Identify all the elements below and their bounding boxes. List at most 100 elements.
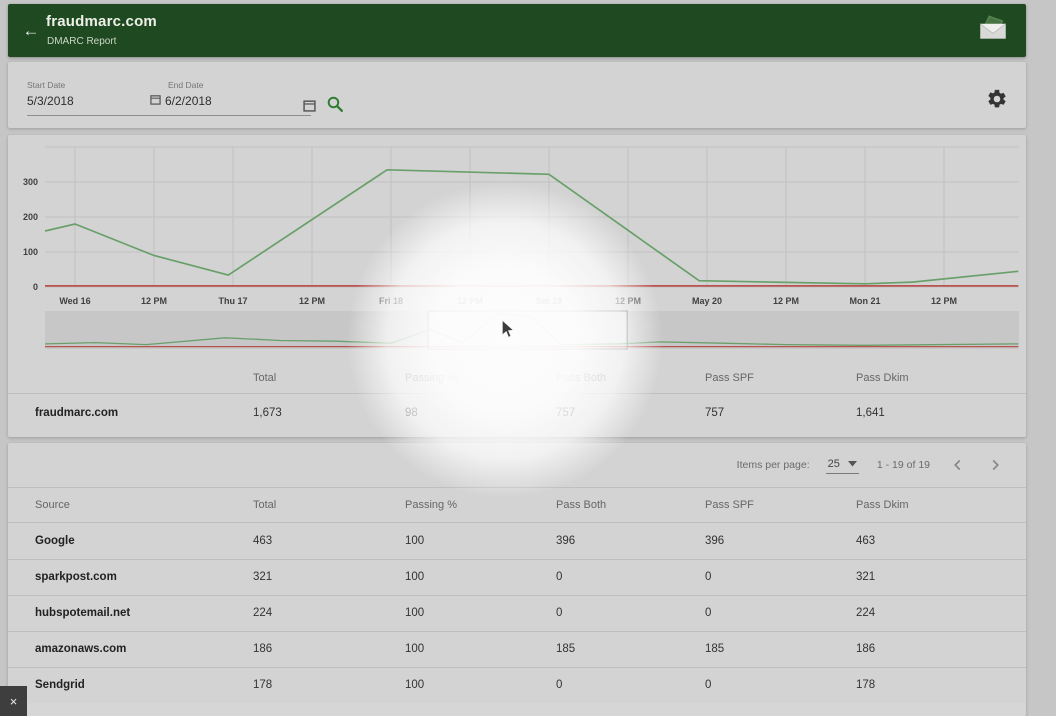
summary-row: fraudmarc.com 1,673 98 757 757 1,641 [8, 393, 1026, 433]
svg-text:0: 0 [33, 282, 38, 292]
source-pass-spf: 0 [705, 679, 711, 691]
items-per-page-label: Items per page: [737, 459, 810, 471]
source-total: 321 [253, 571, 272, 583]
table-row-hubspot[interactable]: hubspotemail.net 224 100 0 0 224 [8, 595, 1026, 631]
report-chart-card: Wed 16 12 PM Thu 17 12 PM Fri 18 12 PM Sat 19 1… [8, 135, 1026, 437]
search-button[interactable] [326, 95, 344, 113]
column-header-pass-both: Pass Both [556, 372, 606, 384]
summary-domain: fraudmarc.com [35, 407, 118, 419]
end-date-input[interactable]: 6/2/2018 [165, 94, 212, 108]
column-header-pass-spf: Pass SPF [705, 372, 754, 384]
next-page-button[interactable] [984, 454, 1006, 476]
summary-total: 1,673 [253, 407, 282, 419]
summary-header-row: Total Passing % Pass Both Pass SPF Pass … [8, 363, 1026, 393]
svg-text:12 PM: 12 PM [773, 296, 799, 306]
gear-icon [986, 97, 1008, 114]
dmarc-report-screen: ← fraudmarc.com DMARC Report Start Date … [0, 0, 1056, 716]
table-row-sparkpost[interactable]: sparkpost.com 321 100 0 0 321 [8, 559, 1026, 595]
app-header: ← fraudmarc.com DMARC Report [8, 4, 1026, 57]
svg-text:Fri 18: Fri 18 [379, 296, 403, 306]
table-row-amazonaws[interactable]: amazonaws.com 186 100 185 185 186 [8, 631, 1026, 667]
start-date-input[interactable]: 5/3/2018 [27, 94, 74, 108]
svg-text:12 PM: 12 PM [457, 296, 483, 306]
source-name: amazonaws.com [35, 643, 126, 655]
source-passing: 100 [405, 535, 424, 547]
source-total: 224 [253, 607, 272, 619]
traffic-line-chart: Wed 16 12 PM Thu 17 12 PM Fri 18 12 PM Sat 19 1… [8, 140, 1026, 310]
source-pass-dkim: 224 [856, 607, 875, 619]
chevron-right-icon [991, 459, 1000, 471]
svg-text:Wed 16: Wed 16 [59, 296, 90, 306]
prev-page-button[interactable] [946, 454, 968, 476]
source-pass-spf: 185 [705, 643, 724, 655]
svg-text:300: 300 [23, 177, 38, 187]
back-button[interactable]: ← [18, 18, 44, 44]
source-passing: 100 [405, 679, 424, 691]
source-pass-spf: 396 [705, 535, 724, 547]
chevron-left-icon [953, 459, 962, 471]
end-date-field: End Date 6/2/2018 [150, 80, 212, 108]
table-row-google[interactable]: Google 463 100 396 396 463 [8, 523, 1026, 559]
source-passing: 100 [405, 643, 424, 655]
summary-pass-both: 757 [556, 407, 575, 419]
source-pass-both: 396 [556, 535, 575, 547]
column-header-pass-dkim: Pass Dkim [856, 372, 909, 384]
source-pass-dkim: 463 [856, 535, 875, 547]
column-header-passing: Passing % [405, 499, 457, 511]
source-pass-both: 0 [556, 607, 562, 619]
column-header-pass-dkim: Pass Dkim [856, 499, 909, 511]
mouse-cursor-icon [501, 319, 516, 340]
page-subtitle: DMARC Report [47, 36, 116, 47]
svg-text:Thu 17: Thu 17 [218, 296, 247, 306]
start-date-label: Start Date [27, 80, 74, 90]
table-row-sendgrid[interactable]: Sendgrid 178 100 0 0 178 [8, 667, 1026, 703]
source-table-header: Source Total Passing % Pass Both Pass SP… [8, 487, 1026, 522]
calendar-icon [150, 94, 161, 108]
date-fields-underline [27, 115, 311, 116]
column-header-source: Source [35, 499, 70, 511]
column-header-passing: Passing % [405, 372, 457, 384]
svg-text:Sat 19: Sat 19 [536, 296, 563, 306]
source-passing: 100 [405, 607, 424, 619]
source-total: 178 [253, 679, 272, 691]
source-pass-dkim: 321 [856, 571, 875, 583]
column-header-total: Total [253, 372, 276, 384]
source-pass-both: 185 [556, 643, 575, 655]
back-arrow-icon: ← [23, 21, 40, 40]
source-name: sparkpost.com [35, 571, 117, 583]
source-pass-spf: 0 [705, 571, 711, 583]
table-row-partial [8, 703, 1026, 716]
source-name: Sendgrid [35, 679, 85, 691]
envelope-logo-icon [976, 12, 1010, 47]
settings-button[interactable] [986, 88, 1008, 110]
search-icon [326, 100, 344, 117]
items-per-page-value: 25 [828, 458, 840, 470]
source-total: 186 [253, 643, 272, 655]
page-range-label: 1 - 19 of 19 [877, 459, 930, 471]
gif-close-button[interactable]: × [0, 686, 27, 716]
svg-text:12 PM: 12 PM [615, 296, 641, 306]
source-pass-spf: 0 [705, 607, 711, 619]
svg-text:Mon 21: Mon 21 [849, 296, 880, 306]
source-pass-both: 0 [556, 571, 562, 583]
chart-brush[interactable] [8, 310, 1026, 352]
column-header-pass-spf: Pass SPF [705, 499, 754, 511]
column-header-total: Total [253, 499, 276, 511]
column-header-pass-both: Pass Both [556, 499, 606, 511]
calendar-picker-button[interactable] [303, 99, 317, 113]
source-name: hubspotemail.net [35, 607, 130, 619]
summary-passing: 98 [405, 407, 418, 419]
source-passing: 100 [405, 571, 424, 583]
sources-card: Items per page: 25 1 - 19 of 19 Source T… [8, 443, 1026, 716]
page-title: fraudmarc.com [46, 13, 157, 30]
svg-text:12 PM: 12 PM [931, 296, 957, 306]
svg-text:200: 200 [23, 212, 38, 222]
svg-text:May 20: May 20 [692, 296, 722, 306]
svg-text:100: 100 [23, 247, 38, 257]
end-date-label: End Date [168, 80, 212, 90]
items-per-page-select[interactable]: 25 [826, 457, 859, 474]
summary-pass-dkim: 1,641 [856, 407, 885, 419]
source-total: 463 [253, 535, 272, 547]
dropdown-arrow-icon [848, 461, 857, 467]
pagination: Items per page: 25 1 - 19 of 19 [737, 443, 1006, 487]
